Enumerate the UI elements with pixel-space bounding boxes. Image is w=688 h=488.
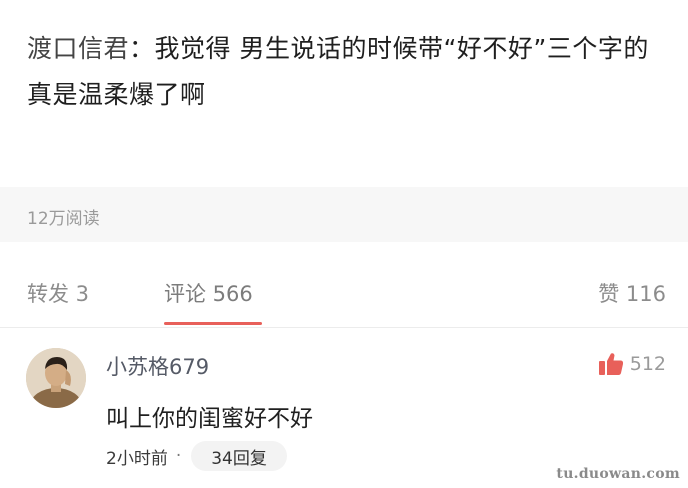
watermark: tu.duowan.com [556, 466, 680, 482]
read-count: 12万阅读 [27, 209, 100, 229]
read-count-bar: 12万阅读 [0, 187, 688, 242]
interaction-tabs: 转发 3 评论 566 赞 116 [0, 242, 688, 328]
tab-repost[interactable]: 转发 3 [27, 278, 89, 308]
comment-like-button[interactable]: 512 [598, 350, 666, 378]
comment-meta: 2小时前 · 34回复 [106, 441, 287, 471]
avatar-image [26, 348, 86, 408]
avatar[interactable] [26, 348, 86, 408]
active-tab-indicator [164, 322, 262, 325]
post-content: 渡口信君：我觉得 男生说话的时候带“好不好”三个字的 真是温柔爆了啊 [27, 26, 667, 118]
tab-like[interactable]: 赞 116 [598, 278, 666, 308]
comment-text: 叫上你的闺蜜好不好 [106, 406, 313, 432]
comment-item: 小苏格679 512 叫上你的闺蜜好不好 2小时前 · 34回复 [0, 328, 688, 488]
tab-comment[interactable]: 评论 566 [164, 278, 253, 308]
comment-username[interactable]: 小苏格679 [106, 351, 209, 381]
comment-like-count: 512 [629, 353, 666, 375]
post-card: 渡口信君：我觉得 男生说话的时候带“好不好”三个字的 真是温柔爆了啊 [0, 0, 688, 187]
comment-time: 2小时前 [106, 448, 168, 469]
weibo-post-page: 渡口信君：我觉得 男生说话的时候带“好不好”三个字的 真是温柔爆了啊 12万阅读… [0, 0, 688, 488]
meta-separator: · [175, 446, 182, 466]
post-author[interactable]: 渡口信君 [27, 34, 129, 63]
reply-count-button[interactable]: 34回复 [191, 441, 287, 471]
thumbs-up-icon [598, 353, 623, 375]
author-separator: ： [129, 34, 155, 63]
